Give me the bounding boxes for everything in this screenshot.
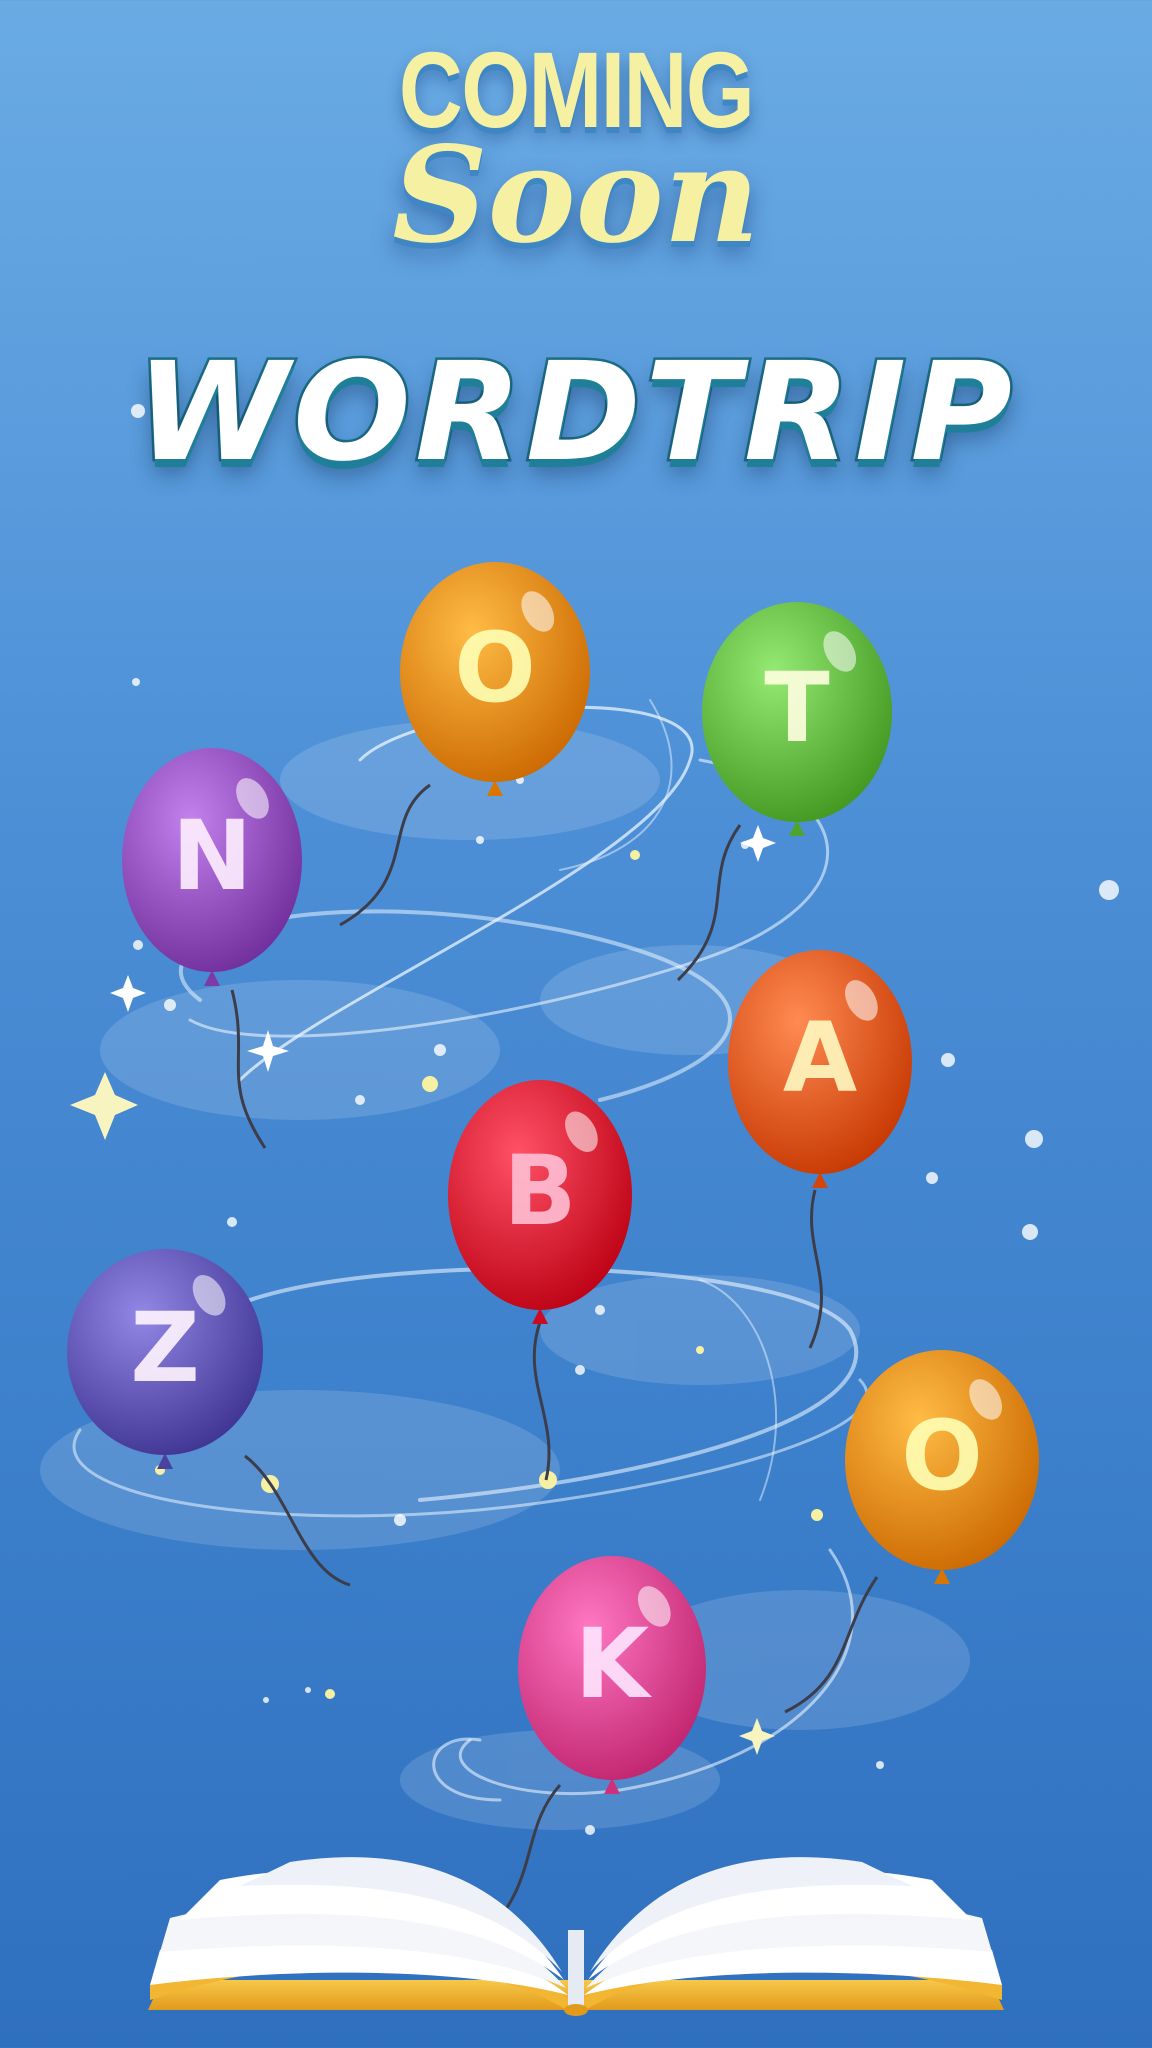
balloon-knot <box>789 820 805 836</box>
open-book-icon <box>148 1857 1004 2016</box>
balloon-knot <box>204 970 220 986</box>
balloon-4: A <box>728 950 912 1188</box>
balloon-letter: Z <box>130 1292 200 1404</box>
balloon-knot <box>812 1172 828 1188</box>
balloon-letter: O <box>454 612 536 724</box>
balloon-letter: O <box>901 1400 983 1512</box>
balloon-letter: B <box>503 1135 576 1247</box>
balloon-3: N <box>122 748 302 986</box>
promo-screen: COMING Soon WORDTRIP O T N A B Z O K <box>0 0 1152 2048</box>
balloon-letter: K <box>575 1608 653 1720</box>
balloon-letter: A <box>783 1002 857 1114</box>
balloon-letter: N <box>172 800 252 912</box>
balloon-2: T <box>702 602 892 836</box>
balloon-7: O <box>845 1350 1039 1584</box>
balloon-illustration: O T N A B Z O K <box>40 404 1119 2016</box>
balloon-letter: T <box>764 652 829 764</box>
balloon-knot <box>934 1568 950 1584</box>
